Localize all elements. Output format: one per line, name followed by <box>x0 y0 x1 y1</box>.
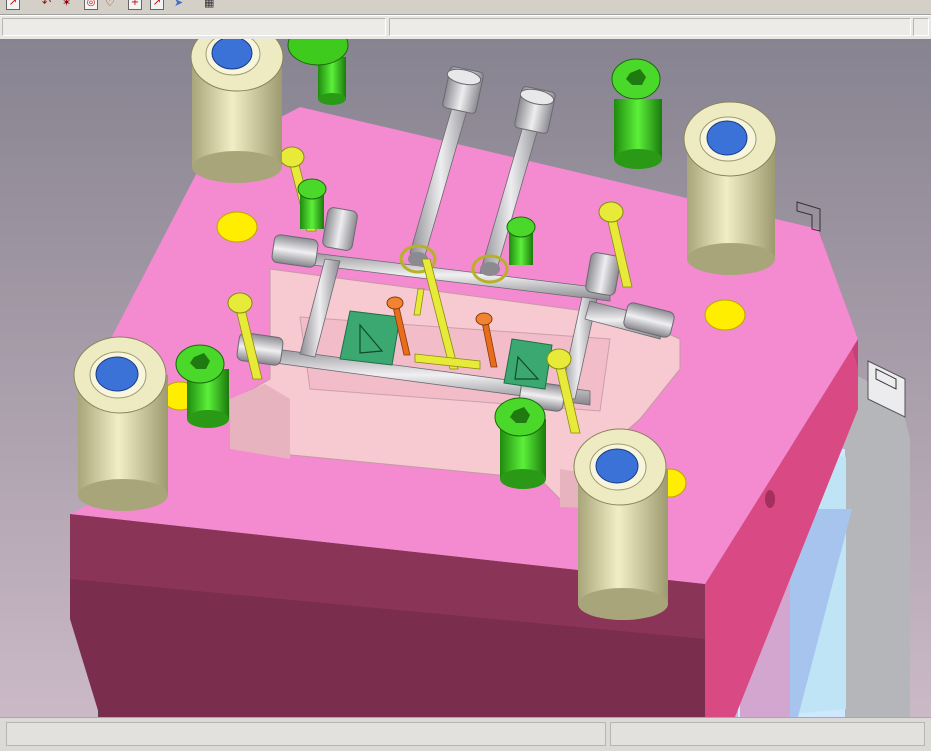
coordinate-field <box>610 722 925 746</box>
toolbar: ↗ ↶ ✶ ◎ ♡ + ↗ ➤ ▦ <box>0 0 931 15</box>
status-field-main <box>2 18 386 36</box>
circle-target-icon[interactable]: ◎ <box>84 0 98 10</box>
status-field-extra <box>913 18 929 36</box>
cavity-step-left <box>230 384 290 459</box>
command-line-field[interactable] <box>6 722 606 746</box>
cavity-insert-right <box>503 338 553 390</box>
arc-tool-icon[interactable]: ↶ <box>42 0 51 10</box>
cursor-arrow-icon[interactable]: ➤ <box>174 0 183 10</box>
side-hole <box>765 490 775 508</box>
bottom-status-bar <box>0 717 931 751</box>
3d-viewport[interactable] <box>0 39 931 717</box>
status-field-info <box>389 18 911 36</box>
dowel-hole-1 <box>216 211 258 243</box>
line-tool-icon[interactable]: ↗ <box>150 0 164 10</box>
cavity-insert-left <box>339 310 401 366</box>
point-tool-icon[interactable]: ✶ <box>62 0 71 10</box>
heart-shape-icon[interactable]: ♡ <box>105 0 115 10</box>
sketch-tool-icon[interactable]: ↗ <box>6 0 20 10</box>
status-bar <box>0 15 931 40</box>
cross-add-icon[interactable]: + <box>128 0 142 10</box>
dowel-hole-2 <box>704 299 746 331</box>
grid-view-icon[interactable]: ▦ <box>204 0 214 10</box>
